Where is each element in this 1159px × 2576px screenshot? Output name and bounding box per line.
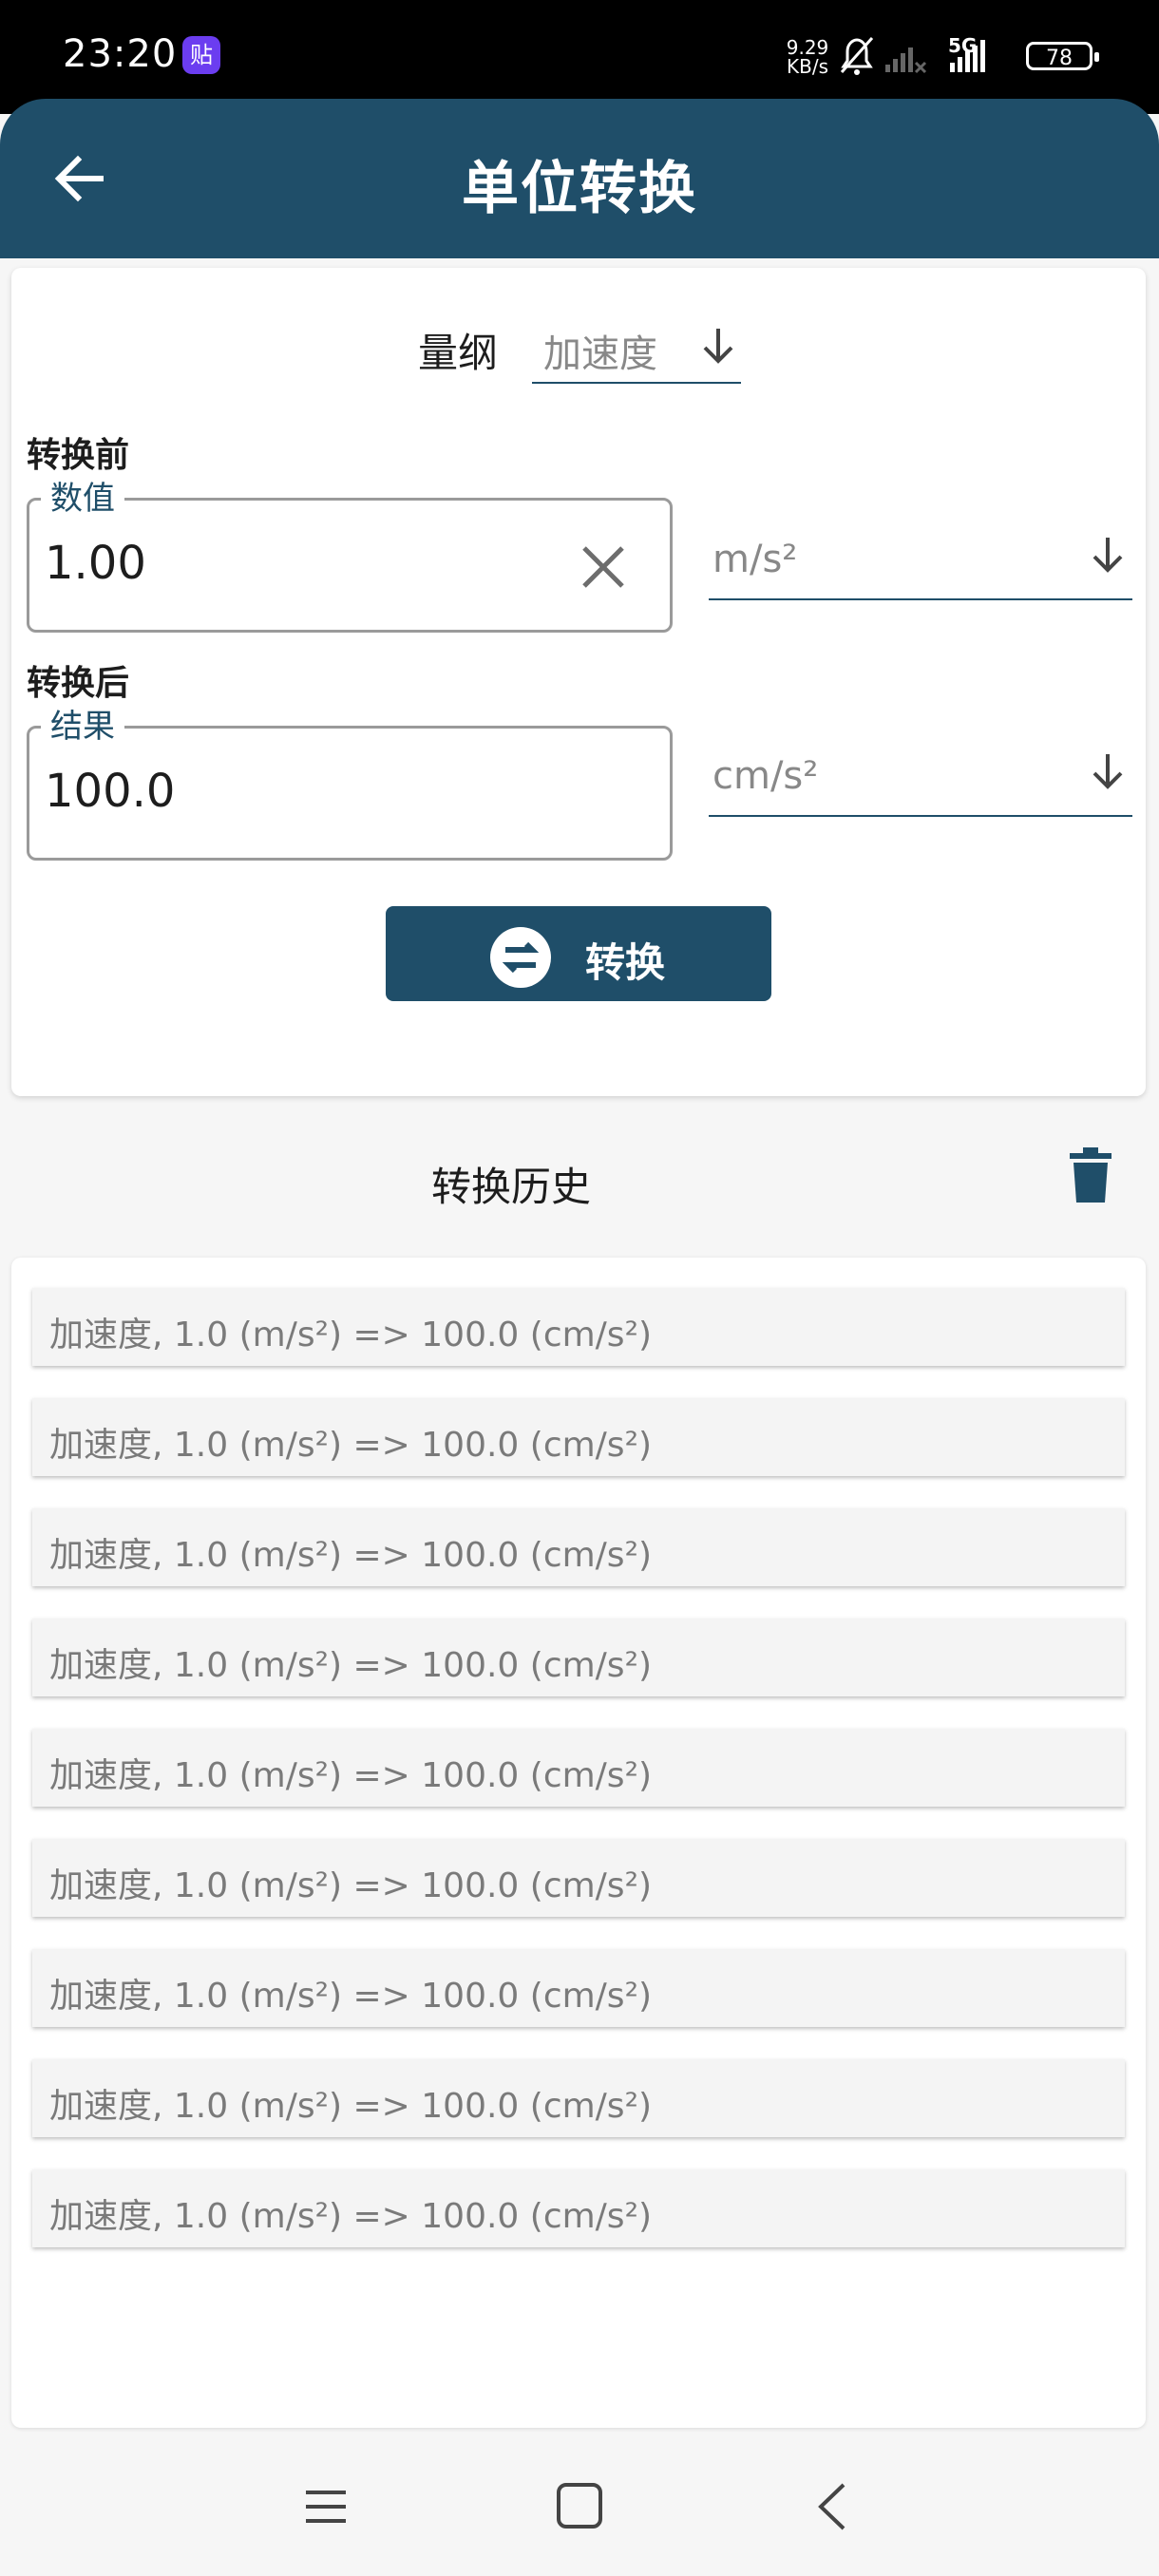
to-unit-select[interactable]: cm/s²: [709, 731, 1132, 817]
history-item[interactable]: 加速度, 1.0 (m/s²) => 100.0 (cm/s²): [32, 1288, 1125, 1366]
history-item[interactable]: 加速度, 1.0 (m/s²) => 100.0 (cm/s²): [32, 1949, 1125, 2027]
history-item-text: 加速度, 1.0 (m/s²) => 100.0 (cm/s²): [49, 1316, 653, 1354]
history-item-text: 加速度, 1.0 (m/s²) => 100.0 (cm/s²): [49, 1977, 653, 2016]
dimension-value: 加速度: [543, 332, 657, 376]
history-item[interactable]: 加速度, 1.0 (m/s²) => 100.0 (cm/s²): [32, 1839, 1125, 1917]
result-field: 结果 100.0: [27, 700, 673, 861]
history-item[interactable]: 加速度, 1.0 (m/s²) => 100.0 (cm/s²): [32, 1508, 1125, 1586]
result-field-text: 100.0: [45, 765, 176, 818]
convert-button-label: 转换: [585, 939, 666, 986]
value-input-text[interactable]: 1.00: [45, 537, 146, 590]
history-item-text: 加速度, 1.0 (m/s²) => 100.0 (cm/s²): [49, 1426, 653, 1465]
history-item-text: 加速度, 1.0 (m/s²) => 100.0 (cm/s²): [49, 1536, 653, 1575]
history-item[interactable]: 加速度, 1.0 (m/s²) => 100.0 (cm/s²): [32, 2169, 1125, 2247]
history-item[interactable]: 加速度, 1.0 (m/s²) => 100.0 (cm/s²): [32, 1729, 1125, 1807]
after-label: 转换后: [27, 664, 130, 703]
swap-icon: [490, 927, 551, 988]
status-icons: 5G: [836, 34, 1016, 85]
history-list: 加速度, 1.0 (m/s²) => 100.0 (cm/s²) 加速度, 1.0…: [32, 1288, 1125, 2280]
navigation-bar: [0, 2443, 1159, 2576]
app-notification-icon: 贴: [182, 36, 220, 74]
converter-card: 量纲 加速度 转换前 数值 1.00 m/s² 转换后 结果 100.0 cm/…: [11, 268, 1146, 1096]
history-item[interactable]: 加速度, 1.0 (m/s²) => 100.0 (cm/s²): [32, 1619, 1125, 1696]
net-speed: 9.29 KB/s: [786, 36, 829, 78]
history-item[interactable]: 加速度, 1.0 (m/s²) => 100.0 (cm/s²): [32, 1398, 1125, 1476]
clear-history-button[interactable]: [1068, 1147, 1113, 1204]
history-item[interactable]: 加速度, 1.0 (m/s²) => 100.0 (cm/s²): [32, 2059, 1125, 2137]
signal-icons: [840, 37, 985, 75]
signal-weak-icon: [885, 47, 927, 74]
value-input[interactable]: 数值 1.00: [27, 472, 673, 633]
to-unit-value: cm/s²: [712, 754, 819, 798]
convert-button[interactable]: 转换: [386, 906, 771, 1001]
arrow-down-icon: [703, 329, 733, 364]
page-title: 单位转换: [462, 156, 697, 222]
network-type: 5G: [948, 34, 978, 57]
from-unit-select[interactable]: m/s²: [709, 515, 1132, 600]
dimension-label: 量纲: [418, 330, 499, 376]
value-input-legend: 数值: [41, 472, 124, 519]
status-time: 23:20: [63, 32, 178, 76]
history-title: 转换历史: [430, 1164, 591, 1210]
history-item-text: 加速度, 1.0 (m/s²) => 100.0 (cm/s²): [49, 1646, 653, 1685]
history-item-text: 加速度, 1.0 (m/s²) => 100.0 (cm/s²): [49, 1866, 653, 1905]
nav-back-icon[interactable]: [813, 2481, 851, 2532]
status-bar: 23:20 贴 9.29 KB/s 5G 78: [0, 0, 1159, 114]
result-field-legend: 结果: [41, 700, 124, 747]
from-unit-value: m/s²: [712, 538, 798, 581]
arrow-down-icon: [1092, 538, 1123, 573]
menu-icon[interactable]: [302, 2483, 350, 2530]
home-icon[interactable]: [555, 2481, 604, 2530]
clear-icon[interactable]: [575, 539, 632, 596]
history-panel: 加速度, 1.0 (m/s²) => 100.0 (cm/s²) 加速度, 1.0…: [11, 1258, 1146, 2428]
before-label: 转换前: [27, 436, 130, 475]
history-item-text: 加速度, 1.0 (m/s²) => 100.0 (cm/s²): [49, 2087, 653, 2126]
arrow-down-icon: [1092, 754, 1123, 789]
history-item-text: 加速度, 1.0 (m/s²) => 100.0 (cm/s²): [49, 1756, 653, 1795]
bell-muted-icon: [840, 37, 874, 75]
app-bar: 单位转换: [0, 99, 1159, 258]
dimension-select[interactable]: 加速度: [532, 306, 741, 384]
history-item-text: 加速度, 1.0 (m/s²) => 100.0 (cm/s²): [49, 2197, 653, 2236]
battery-icon: 78: [1026, 42, 1099, 70]
trash-icon: [1070, 1147, 1112, 1203]
